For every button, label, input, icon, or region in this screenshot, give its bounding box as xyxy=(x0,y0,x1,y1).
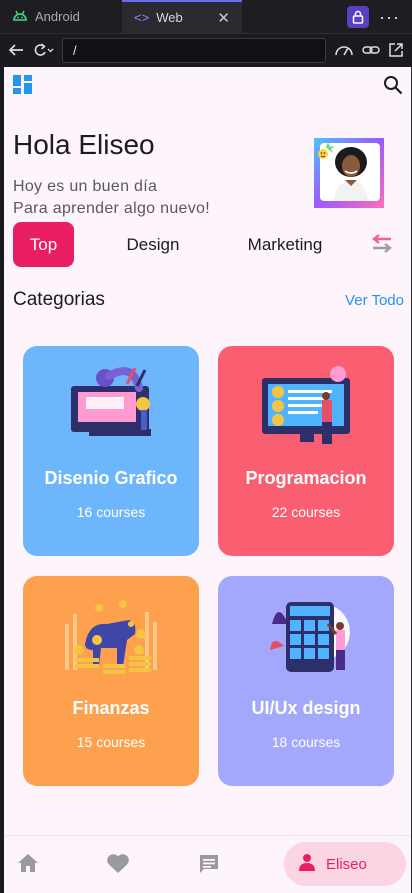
code-icon: <> xyxy=(134,10,150,25)
category-title: Disenio Grafico xyxy=(44,468,178,488)
greeting-subtitle: Hoy es un buen día Para aprender algo nu… xyxy=(13,176,210,220)
browser-url-bar: / xyxy=(0,33,412,66)
topic-chips: Top Design Marketing xyxy=(13,222,411,267)
category-title: Finanzas xyxy=(72,698,150,718)
category-count: 15 courses xyxy=(76,734,146,750)
ui-ux-illustration xyxy=(218,594,394,678)
address-input[interactable]: / xyxy=(62,37,326,63)
section-title: Categorias xyxy=(13,289,105,310)
tab-label: Android xyxy=(35,9,80,24)
open-external-icon[interactable] xyxy=(388,42,404,58)
heart-icon[interactable] xyxy=(106,853,130,879)
profile-tab-label: Eliseo xyxy=(326,855,367,873)
back-arrow-icon[interactable] xyxy=(8,43,24,57)
chip-marketing[interactable]: Marketing xyxy=(241,222,329,267)
tab-android[interactable]: Android xyxy=(0,0,122,33)
lock-icon[interactable] xyxy=(347,5,370,28)
android-icon xyxy=(12,8,28,25)
finance-illustration xyxy=(23,594,199,678)
greeting-title: Hola Eliseo xyxy=(13,129,155,160)
chip-design[interactable]: Design xyxy=(113,222,193,267)
category-count: 18 courses xyxy=(271,734,341,750)
programming-illustration xyxy=(218,364,394,448)
app-viewport: Hola Eliseo Hoy es un buen día Para apre… xyxy=(4,67,411,893)
tab-spacer xyxy=(242,0,347,33)
gauge-icon[interactable] xyxy=(334,43,354,57)
bottom-navigation: Eliseo xyxy=(4,835,411,893)
category-card-finance[interactable]: Finanzas 15 courses xyxy=(23,576,199,786)
home-icon[interactable] xyxy=(17,853,39,878)
subtitle-line: Para aprender algo nuevo! xyxy=(13,200,210,217)
search-icon[interactable] xyxy=(383,75,403,100)
subtitle-line: Hoy es un buen día xyxy=(13,178,158,195)
link-icon[interactable] xyxy=(362,43,380,57)
category-card-programming[interactable]: Programacion 22 courses xyxy=(218,346,394,556)
more-options-icon[interactable]: ··· xyxy=(379,8,400,26)
chip-top[interactable]: Top xyxy=(13,222,74,267)
swap-arrows-icon[interactable] xyxy=(371,234,393,259)
profile-tab[interactable]: Eliseo xyxy=(284,842,406,886)
tab-web[interactable]: <> Web ✕ xyxy=(122,0,242,33)
avatar[interactable] xyxy=(314,138,384,208)
reload-icon[interactable] xyxy=(32,43,54,57)
category-count: 22 courses xyxy=(271,504,341,520)
category-card-ui-ux[interactable]: UI/Ux design 18 courses xyxy=(218,576,394,786)
category-card-graphic-design[interactable]: Disenio Grafico 16 courses xyxy=(23,346,199,556)
browser-tab-bar: Android <> Web ✕ ··· xyxy=(0,0,412,33)
dashboard-menu-icon[interactable] xyxy=(13,75,33,100)
graphic-design-illustration xyxy=(23,364,199,448)
category-title: UI/Ux design xyxy=(251,698,361,718)
app-top-bar xyxy=(4,67,411,103)
chat-icon[interactable] xyxy=(198,853,220,880)
person-icon xyxy=(298,853,316,875)
see-all-link[interactable]: Ver Todo xyxy=(345,292,404,309)
tab-label: Web xyxy=(156,10,183,25)
close-icon[interactable]: ✕ xyxy=(217,9,230,27)
category-count: 16 courses xyxy=(76,504,146,520)
category-title: Programacion xyxy=(245,468,367,488)
